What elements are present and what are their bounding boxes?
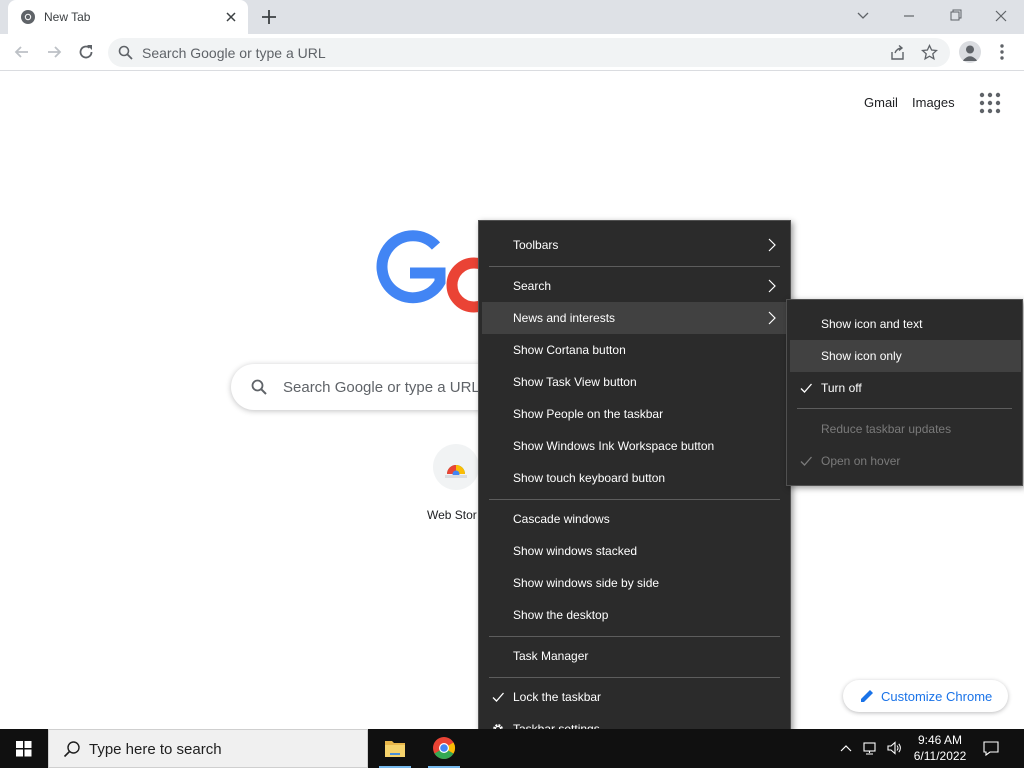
submenu-item-turn-off[interactable]: Turn off: [790, 372, 1021, 404]
menu-separator: [489, 266, 780, 267]
web-store-icon: [433, 444, 479, 490]
menu-item-label: Show the desktop: [513, 608, 609, 622]
reload-icon[interactable]: [76, 42, 96, 62]
menu-item-label: Cascade windows: [513, 512, 610, 526]
search-icon: [251, 379, 267, 395]
menu-item-label: Lock the taskbar: [513, 690, 602, 704]
checkmark-icon: [799, 381, 813, 395]
taskbar-context-menu: Toolbars Search News and interests Show …: [478, 220, 791, 755]
menu-item-show-touch-keyboard[interactable]: Show touch keyboard button: [482, 462, 787, 494]
menu-item-show-cortana-button[interactable]: Show Cortana button: [482, 334, 787, 366]
notification-center-icon[interactable]: [982, 739, 1000, 757]
search-icon: [63, 740, 81, 758]
close-tab-icon[interactable]: [222, 8, 240, 26]
network-icon[interactable]: [862, 740, 878, 756]
chrome-favicon-icon: [20, 9, 36, 25]
menu-item-label: Show Windows Ink Workspace button: [513, 439, 715, 453]
images-link[interactable]: Images: [912, 95, 955, 110]
tab-title: New Tab: [44, 10, 91, 24]
forward-icon[interactable]: [44, 42, 64, 62]
google-apps-icon[interactable]: [979, 92, 1001, 114]
search-icon: [118, 45, 133, 60]
close-window-icon[interactable]: [989, 6, 1013, 26]
menu-item-search[interactable]: Search: [482, 270, 787, 302]
news-and-interests-submenu: Show icon and text Show icon only Turn o…: [786, 299, 1023, 486]
menu-separator: [489, 499, 780, 500]
new-tab-button[interactable]: [258, 6, 280, 28]
minimize-icon[interactable]: [897, 6, 921, 26]
menu-item-show-windows-stacked[interactable]: Show windows stacked: [482, 535, 787, 567]
menu-item-label: News and interests: [513, 311, 616, 325]
checkmark-icon: [799, 454, 813, 468]
tab-search-chevron-icon[interactable]: [851, 6, 875, 26]
menu-item-label: Show windows side by side: [513, 576, 660, 590]
menu-item-label: Task Manager: [513, 649, 589, 663]
customize-chrome-label: Customize Chrome: [881, 689, 993, 704]
chevron-right-icon: [767, 278, 777, 294]
taskbar-search-input[interactable]: Type here to search: [89, 741, 222, 758]
omnibox-input[interactable]: Search Google or type a URL: [142, 45, 326, 61]
menu-item-label: Show touch keyboard button: [513, 471, 666, 485]
windows-taskbar: Type here to search 9:46 AM 6/11/2022: [0, 729, 1024, 768]
browser-toolbar: Search Google or type a URL: [0, 34, 1024, 71]
tab-new-tab[interactable]: New Tab: [8, 0, 248, 34]
clock-time: 9:46 AM: [917, 733, 963, 747]
file-explorer-icon[interactable]: [371, 729, 419, 768]
menu-item-show-people[interactable]: Show People on the taskbar: [482, 398, 787, 430]
submenu-item-show-icon-and-text[interactable]: Show icon and text: [790, 308, 1021, 340]
pencil-icon: [859, 688, 875, 704]
google-logo: [370, 228, 502, 318]
clock-date: 6/11/2022: [913, 749, 967, 763]
restore-icon[interactable]: [943, 6, 967, 26]
menu-item-label: Show windows stacked: [513, 544, 638, 558]
menu-separator: [489, 636, 780, 637]
chevron-right-icon: [767, 310, 777, 326]
menu-item-show-windows-ink[interactable]: Show Windows Ink Workspace button: [482, 430, 787, 462]
submenu-item-reduce-taskbar-updates: Reduce taskbar updates: [790, 413, 1021, 445]
menu-item-label: Show People on the taskbar: [513, 407, 664, 421]
omnibox[interactable]: Search Google or type a URL: [108, 38, 950, 67]
taskbar-search-box[interactable]: Type here to search: [48, 729, 368, 768]
chevron-up-icon[interactable]: [838, 740, 854, 756]
customize-chrome-button[interactable]: Customize Chrome: [843, 680, 1008, 712]
profile-avatar-icon[interactable]: [959, 41, 981, 63]
submenu-item-open-on-hover: Open on hover: [790, 445, 1021, 477]
taskbar-clock[interactable]: 9:46 AM 6/11/2022: [908, 732, 972, 764]
menu-item-lock-taskbar[interactable]: Lock the taskbar: [482, 681, 787, 713]
shortcut-label: Web Stor: [427, 508, 477, 522]
menu-item-label: Search: [513, 279, 552, 293]
menu-item-toolbars[interactable]: Toolbars: [482, 229, 787, 261]
menu-item-label: Toolbars: [513, 238, 559, 252]
tab-strip: New Tab: [0, 0, 1024, 34]
submenu-item-show-icon-only[interactable]: Show icon only: [790, 340, 1021, 372]
checkmark-icon: [491, 690, 505, 704]
volume-icon[interactable]: [886, 740, 902, 756]
menu-item-task-manager[interactable]: Task Manager: [482, 640, 787, 672]
menu-item-label: Show icon and text: [821, 317, 923, 331]
menu-item-cascade-windows[interactable]: Cascade windows: [482, 503, 787, 535]
chevron-right-icon: [767, 237, 777, 253]
menu-item-show-task-view-button[interactable]: Show Task View button: [482, 366, 787, 398]
menu-item-show-windows-side-by-side[interactable]: Show windows side by side: [482, 567, 787, 599]
ntp-search-input[interactable]: Search Google or type a URL: [283, 379, 480, 396]
menu-item-label: Turn off: [821, 381, 862, 395]
chrome-icon[interactable]: [420, 729, 468, 768]
menu-item-label: Open on hover: [821, 454, 901, 468]
menu-item-news-and-interests[interactable]: News and interests: [482, 302, 787, 334]
share-icon[interactable]: [889, 44, 906, 61]
bookmark-star-icon[interactable]: [920, 43, 939, 61]
menu-item-label: Reduce taskbar updates: [821, 422, 952, 436]
menu-item-label: Show Task View button: [513, 375, 637, 389]
windows-start-icon[interactable]: [0, 729, 48, 768]
menu-item-show-desktop[interactable]: Show the desktop: [482, 599, 787, 631]
chrome-menu-icon[interactable]: [994, 42, 1010, 62]
menu-item-label: Show icon only: [821, 349, 902, 363]
menu-item-label: Show Cortana button: [513, 343, 626, 357]
menu-separator: [797, 408, 1012, 409]
back-icon[interactable]: [12, 42, 32, 62]
menu-separator: [489, 677, 780, 678]
gmail-link[interactable]: Gmail: [864, 95, 898, 110]
